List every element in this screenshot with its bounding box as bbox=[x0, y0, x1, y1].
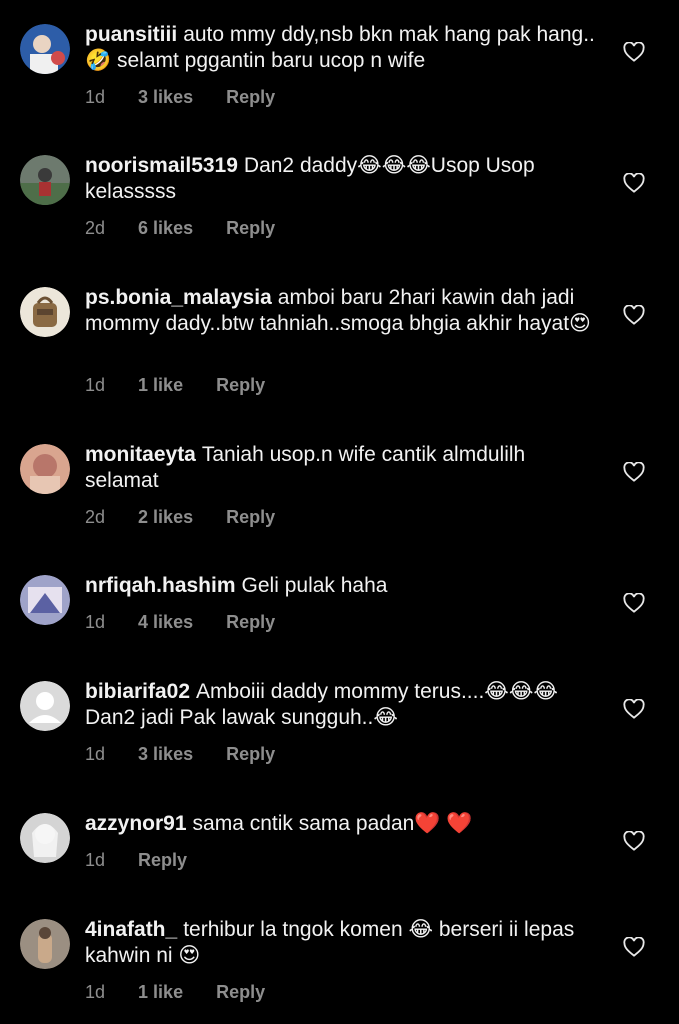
avatar[interactable] bbox=[20, 575, 70, 625]
comment-text: Geli pulak haha bbox=[241, 574, 388, 597]
comment-username[interactable]: nrfiqah.hashim bbox=[85, 574, 236, 597]
like-heart-icon[interactable] bbox=[623, 173, 645, 193]
like-heart-icon[interactable] bbox=[623, 305, 645, 325]
like-heart-icon[interactable] bbox=[623, 462, 645, 482]
comment-username[interactable]: ps.bonia_malaysia bbox=[85, 286, 272, 309]
reply-button[interactable]: Reply bbox=[216, 375, 265, 395]
avatar[interactable] bbox=[20, 24, 70, 74]
comment-time: 1d bbox=[85, 87, 106, 107]
avatar[interactable] bbox=[20, 681, 70, 731]
comment-time: 2d bbox=[85, 218, 106, 238]
comment-username[interactable]: puansitiii bbox=[85, 23, 177, 46]
reply-button[interactable]: Reply bbox=[216, 982, 265, 1002]
comment-time: 1d bbox=[85, 744, 106, 764]
like-heart-icon[interactable] bbox=[623, 699, 645, 719]
comment-username[interactable]: azzynor91 bbox=[85, 812, 187, 835]
avatar[interactable] bbox=[20, 155, 70, 205]
comment-text: sama cntik sama padan❤️ ❤️ bbox=[192, 812, 473, 835]
like-heart-icon[interactable] bbox=[623, 831, 645, 851]
reply-button[interactable]: Reply bbox=[138, 850, 187, 870]
reply-button[interactable]: Reply bbox=[226, 218, 275, 238]
avatar[interactable] bbox=[20, 287, 70, 337]
comment-username[interactable]: monitaeyta bbox=[85, 443, 196, 466]
avatar[interactable] bbox=[20, 813, 70, 863]
reply-button[interactable]: Reply bbox=[226, 612, 275, 632]
comment-likes[interactable]: 3 likes bbox=[138, 744, 193, 764]
reply-button[interactable]: Reply bbox=[226, 744, 275, 764]
comment-likes[interactable]: 1 like bbox=[138, 982, 183, 1002]
comment-likes[interactable]: 6 likes bbox=[138, 218, 193, 238]
comment-username[interactable]: 4inafath_ bbox=[85, 918, 177, 941]
comment-likes[interactable]: 1 like bbox=[138, 375, 183, 395]
reply-button[interactable]: Reply bbox=[226, 507, 275, 527]
like-heart-icon[interactable] bbox=[623, 937, 645, 957]
comment-time: 1d bbox=[85, 982, 106, 1002]
like-heart-icon[interactable] bbox=[623, 42, 645, 62]
comment-username[interactable]: bibiarifa02 bbox=[85, 680, 190, 703]
comment-likes[interactable]: 2 likes bbox=[138, 507, 193, 527]
reply-button[interactable]: Reply bbox=[226, 87, 275, 107]
avatar[interactable] bbox=[20, 919, 70, 969]
comment-time: 1d bbox=[85, 375, 106, 395]
comment-username[interactable]: noorismail5319 bbox=[85, 154, 238, 177]
like-heart-icon[interactable] bbox=[623, 593, 645, 613]
comment-time: 2d bbox=[85, 507, 106, 527]
avatar[interactable] bbox=[20, 444, 70, 494]
comment-likes[interactable]: 3 likes bbox=[138, 87, 193, 107]
comment-time: 1d bbox=[85, 850, 106, 870]
comment-time: 1d bbox=[85, 612, 106, 632]
comment-likes[interactable]: 4 likes bbox=[138, 612, 193, 632]
